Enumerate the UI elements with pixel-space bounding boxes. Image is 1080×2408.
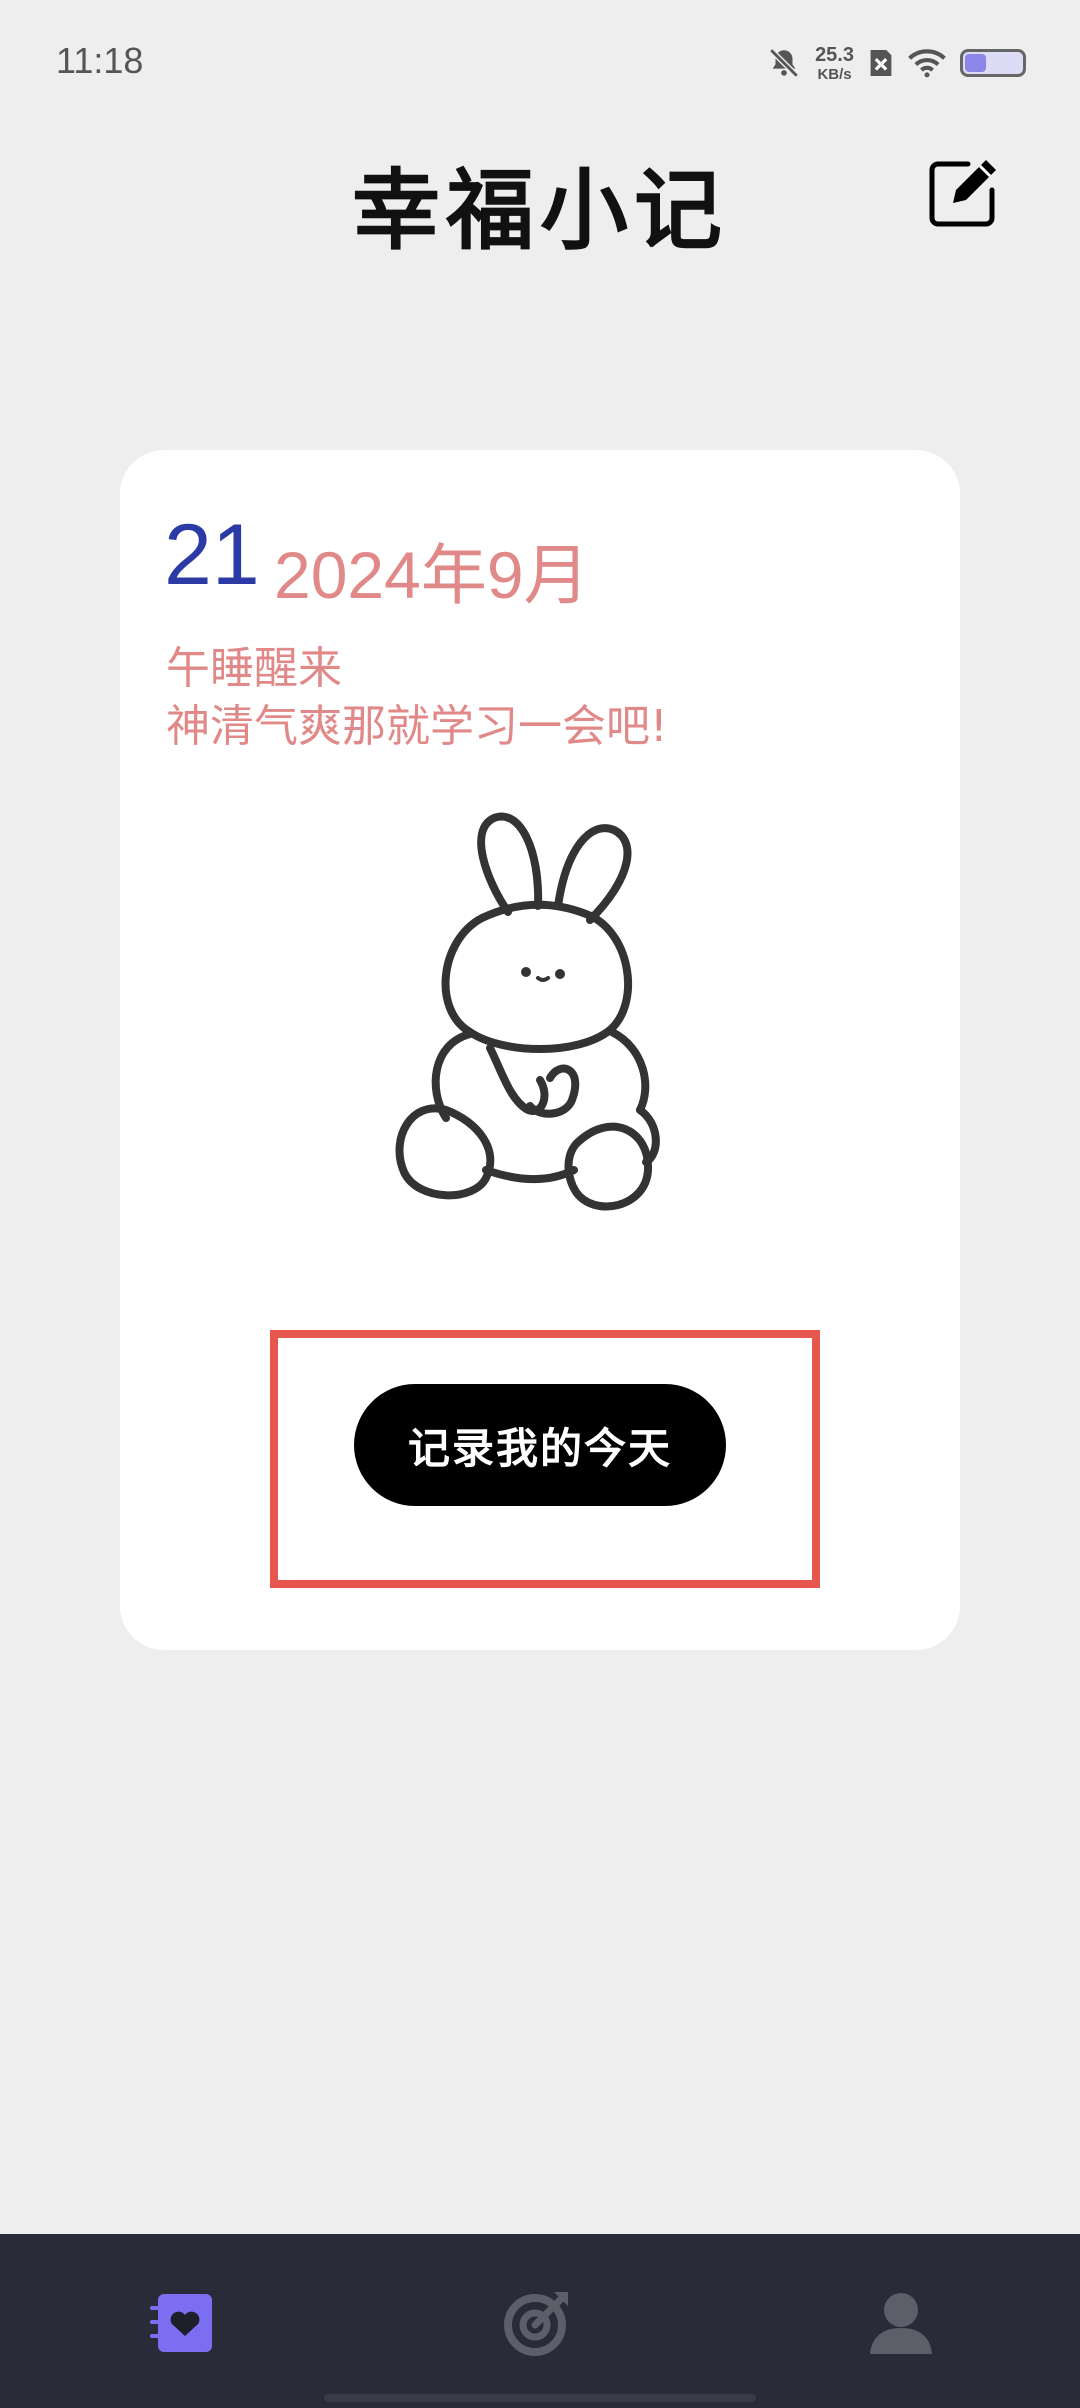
app-title: 幸福小记 bbox=[351, 159, 728, 262]
message-line-2: 神清气爽那就学习一会吧! bbox=[166, 701, 668, 752]
message-line-1: 午睡醒来 bbox=[166, 643, 342, 694]
target-icon[interactable] bbox=[502, 2288, 572, 2358]
record-today-button[interactable]: 记录我的今天 bbox=[354, 1384, 726, 1506]
home-indicator[interactable] bbox=[324, 2394, 756, 2402]
bell-muted-icon bbox=[769, 48, 799, 78]
network-speed: 25.3 KB/s bbox=[815, 45, 854, 82]
edit-note-icon[interactable] bbox=[928, 156, 1000, 228]
network-speed-value: 25.3 bbox=[815, 43, 854, 66]
status-bar: 11:18 25.3 KB/s bbox=[0, 0, 1080, 120]
network-speed-unit: KB/s bbox=[817, 65, 852, 83]
bunny-illustration bbox=[395, 812, 660, 1211]
screen: 11:18 25.3 KB/s 幸福小记 21 2024年9月 午睡醒来 神清气… bbox=[0, 0, 1080, 2408]
status-icons: 25.3 KB/s bbox=[767, 38, 1026, 88]
profile-icon[interactable] bbox=[866, 2288, 936, 2358]
daily-card: 21 2024年9月 午睡醒来 神清气爽那就学习一会吧! 记录我的今天 bbox=[120, 450, 960, 1650]
daily-message: 午睡醒来 神清气爽那就学习一会吧! bbox=[166, 640, 668, 756]
battery-level bbox=[965, 54, 986, 72]
date-year-month: 2024年9月 bbox=[274, 538, 590, 612]
diary-heart-icon[interactable] bbox=[146, 2288, 216, 2358]
status-time: 11:18 bbox=[56, 40, 144, 81]
battery-icon bbox=[960, 49, 1026, 77]
sim-off-icon bbox=[870, 50, 892, 76]
date-day: 21 bbox=[164, 507, 260, 603]
wifi-icon bbox=[908, 49, 946, 78]
bottom-nav bbox=[0, 2234, 1080, 2408]
